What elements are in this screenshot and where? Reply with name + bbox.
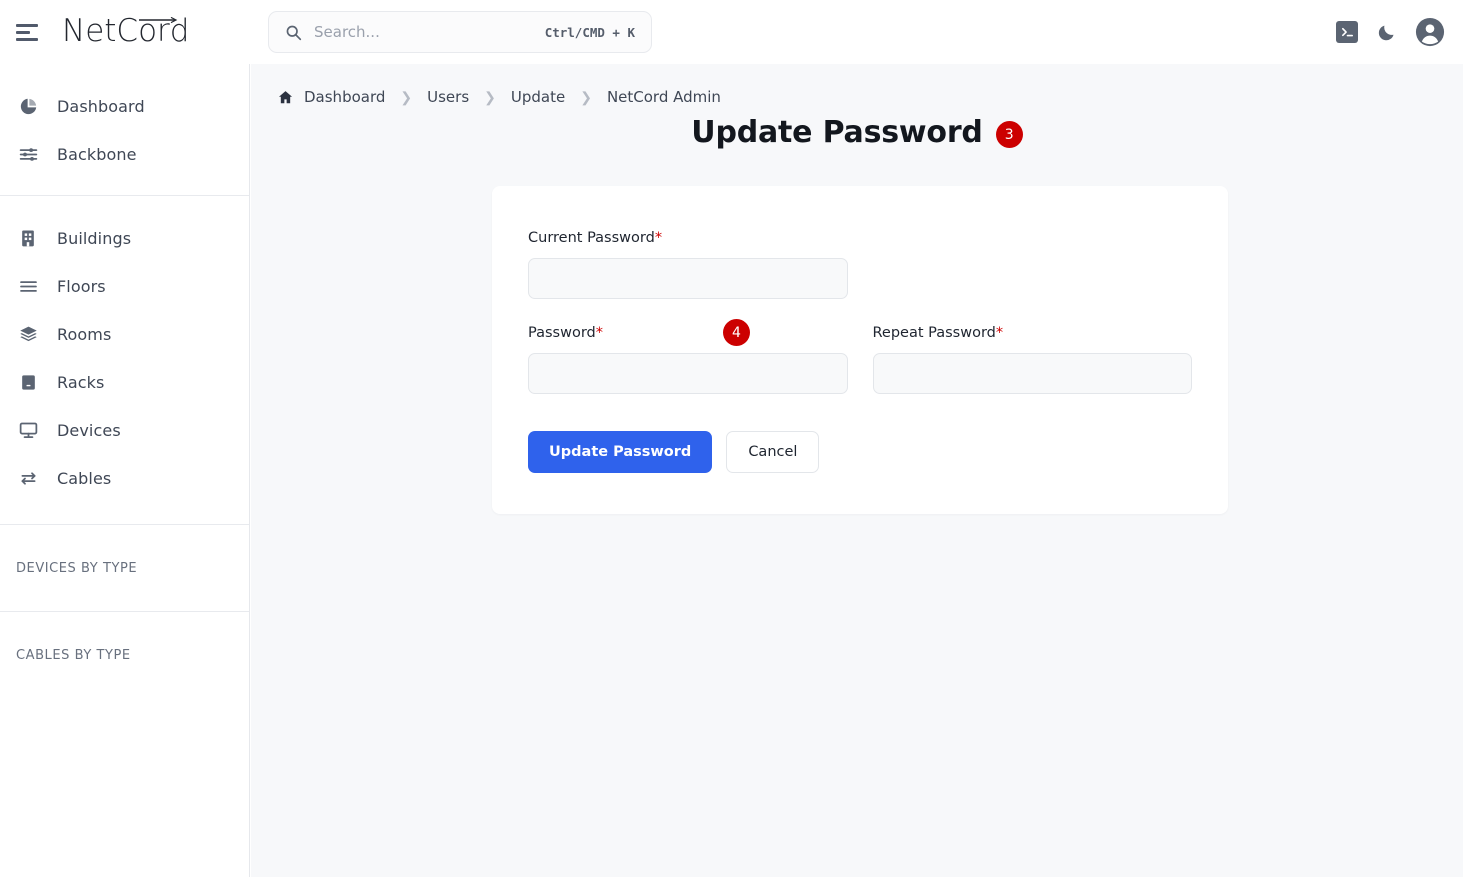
layers-lines-icon: [16, 274, 40, 298]
sidebar-item-backbone[interactable]: Backbone: [0, 130, 249, 178]
sidebar-divider-3: [0, 611, 249, 612]
sidebar-divider-1: [0, 195, 249, 196]
toggle-bar-1: [16, 24, 38, 27]
logo-text-c: d: [170, 16, 190, 47]
sidebar-item-label: Backbone: [57, 145, 137, 164]
current-password-input[interactable]: [528, 258, 848, 299]
sidebar-item-label: Cables: [57, 469, 111, 488]
breadcrumb-item-update[interactable]: Update: [511, 88, 565, 106]
page-title: Update Password: [691, 115, 982, 150]
sidebar-item-label: Racks: [57, 373, 104, 392]
breadcrumb-item-dashboard[interactable]: Dashboard: [304, 88, 385, 106]
swap-arrows-icon: [16, 466, 40, 490]
sidebar-item-racks[interactable]: Racks: [0, 358, 249, 406]
search-placeholder: Search...: [314, 23, 380, 41]
stack-icon: [16, 322, 40, 346]
sidebar-toggle-icon[interactable]: [16, 19, 42, 45]
sidebar-item-floors[interactable]: Floors: [0, 262, 249, 310]
logo-text-a: NetC: [62, 16, 138, 47]
toggle-bar-3: [16, 38, 38, 41]
status-badge: 3: [996, 121, 1023, 148]
current-password-field-group: Current Password*: [528, 230, 848, 299]
breadcrumb-item-users[interactable]: Users: [427, 88, 469, 106]
repeat-password-label: Repeat Password*: [873, 325, 1193, 341]
search-box[interactable]: Search... Ctrl/CMD + K: [268, 11, 652, 53]
sidebar-item-label: Devices: [57, 421, 121, 440]
chevron-right-icon: ❯: [484, 89, 496, 106]
required-mark: *: [996, 325, 1003, 341]
sidebar-group-devices-by-type[interactable]: DEVICES BY TYPE: [0, 547, 249, 589]
breadcrumb-item-current: NetCord Admin: [607, 88, 721, 106]
sidebar-item-label: Rooms: [57, 325, 111, 344]
update-password-form: Current Password* Password* 4 Repeat Pas…: [492, 186, 1228, 473]
top-bar-actions: [1336, 0, 1445, 64]
sliders-icon: [16, 142, 40, 166]
sidebar-item-dashboard[interactable]: Dashboard: [0, 82, 249, 130]
logo-vector-group: or: [138, 16, 170, 47]
sidebar-item-devices[interactable]: Devices: [0, 406, 249, 454]
home-icon[interactable]: [277, 89, 294, 106]
required-mark: *: [655, 230, 662, 246]
sidebar-item-rooms[interactable]: Rooms: [0, 310, 249, 358]
form-actions: Update Password Cancel: [528, 431, 1192, 473]
app-root: NetCord Search... Ctrl/CMD + K: [0, 0, 1463, 877]
sidebar-item-label: Dashboard: [57, 97, 145, 116]
search-icon: [285, 24, 302, 41]
password-step-badge: 4: [723, 319, 750, 346]
logo-text-b: or: [138, 13, 170, 49]
required-mark: *: [596, 325, 603, 341]
current-password-label: Current Password*: [528, 230, 848, 246]
page-header: Update Password 3: [251, 115, 1463, 150]
sidebar-item-buildings[interactable]: Buildings: [0, 214, 249, 262]
terminal-icon[interactable]: [1336, 21, 1358, 43]
password-input[interactable]: [528, 353, 848, 394]
sidebar-item-cables[interactable]: Cables: [0, 454, 249, 502]
chevron-right-icon: ❯: [400, 89, 412, 106]
avatar-glyph-icon: [1415, 17, 1445, 47]
repeat-password-field-group: Repeat Password*: [873, 325, 1193, 394]
sidebar-divider-2: [0, 524, 249, 525]
password-row: Password* 4 Repeat Password*: [528, 325, 1192, 394]
top-bar: NetCord Search... Ctrl/CMD + K: [0, 0, 1463, 64]
main-content: Dashboard ❯ Users ❯ Update ❯ NetCord Adm…: [251, 64, 1463, 877]
terminal-icon-box: [1336, 21, 1358, 43]
netcord-logo[interactable]: NetCord: [62, 16, 189, 47]
update-password-button[interactable]: Update Password: [528, 431, 712, 473]
building-icon: [16, 226, 40, 250]
terminal-glyph-icon: [1340, 25, 1355, 40]
breadcrumb: Dashboard ❯ Users ❯ Update ❯ NetCord Adm…: [251, 64, 1463, 108]
sidebar-group-cables-by-type[interactable]: CABLES BY TYPE: [0, 634, 249, 676]
update-password-card: Current Password* Password* 4 Repeat Pas…: [492, 186, 1228, 514]
cancel-button[interactable]: Cancel: [726, 431, 819, 473]
moon-glyph-icon: [1376, 22, 1397, 43]
search-shortcut-hint: Ctrl/CMD + K: [545, 25, 635, 40]
sidebar: Dashboard Backbone: [0, 64, 250, 877]
chevron-right-icon: ❯: [580, 89, 592, 106]
password-label: Password*: [528, 325, 848, 341]
sidebar-item-label: Buildings: [57, 229, 131, 248]
moon-icon[interactable]: [1376, 22, 1397, 43]
password-field-group: Password* 4: [528, 325, 848, 394]
rack-icon: [16, 370, 40, 394]
toggle-bar-2: [16, 31, 30, 34]
avatar-icon[interactable]: [1415, 17, 1445, 47]
pie-chart-icon: [16, 94, 40, 118]
monitor-icon: [16, 418, 40, 442]
sidebar-item-label: Floors: [57, 277, 106, 296]
repeat-password-input[interactable]: [873, 353, 1193, 394]
